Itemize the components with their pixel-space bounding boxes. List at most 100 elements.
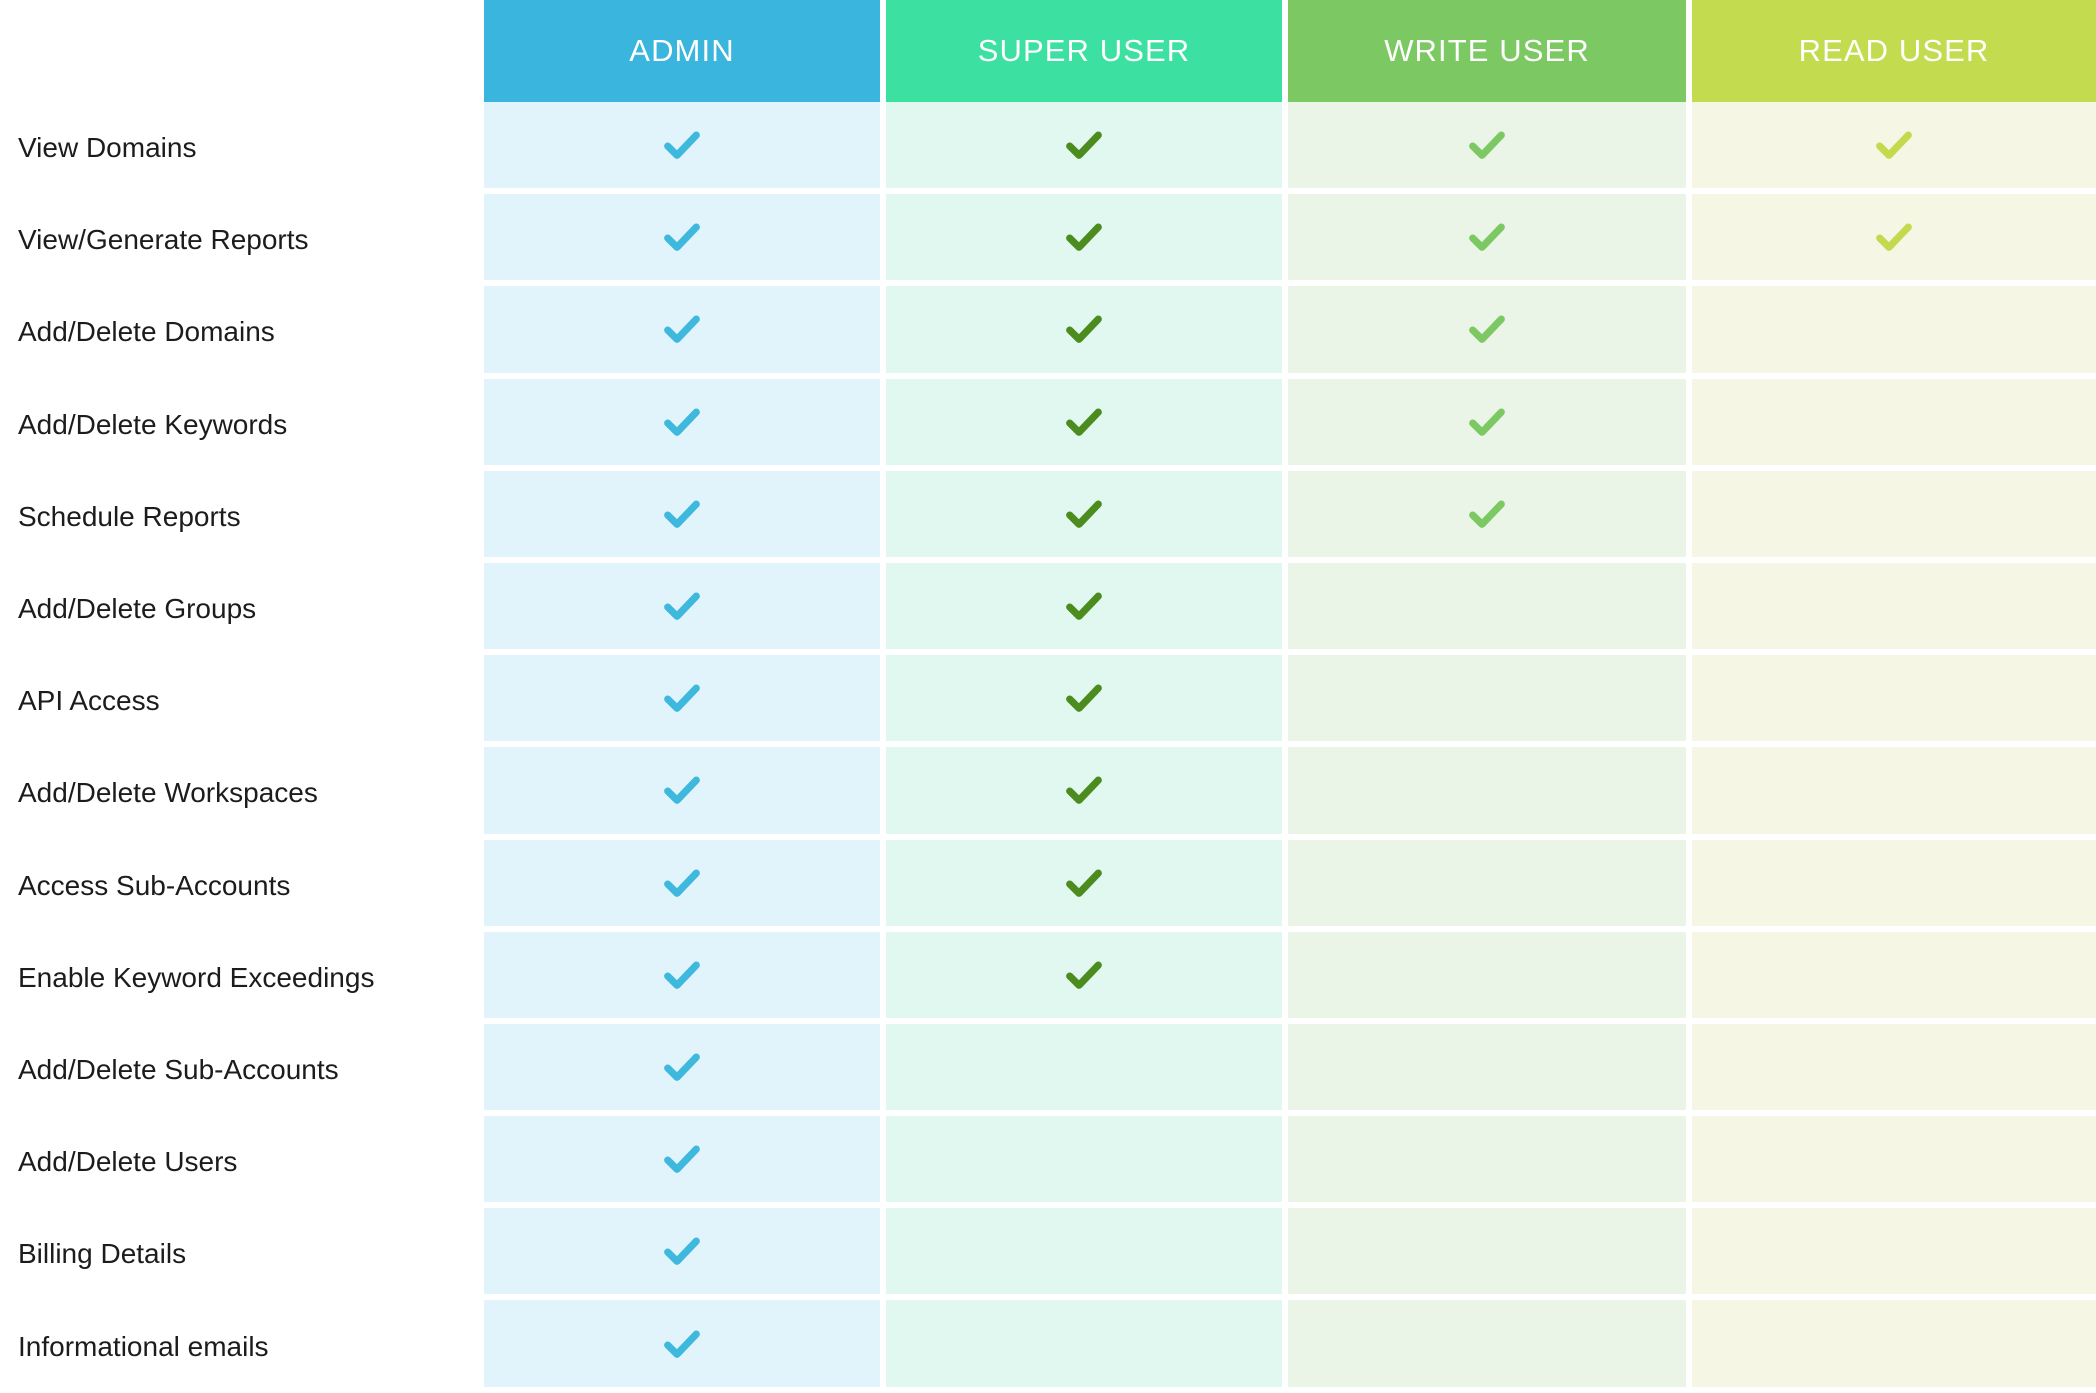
permission-cell-read_user: [1692, 1116, 2096, 1209]
feature-label: Enable Keyword Exceedings: [0, 931, 484, 1024]
check-icon: [1469, 408, 1505, 436]
feature-label: Add/Delete Keywords: [0, 378, 484, 471]
permission-cell-admin: [484, 378, 886, 471]
feature-label: Billing Details: [0, 1208, 484, 1301]
permission-cell-read_user: [1692, 378, 2096, 471]
check-icon: [664, 1053, 700, 1081]
check-icon: [1469, 315, 1505, 344]
permission-cell-super_user: [886, 747, 1288, 840]
permission-cell-write_user: [1288, 839, 1692, 932]
check-icon: [664, 500, 700, 528]
permission-cell-read_user: [1692, 286, 2096, 379]
permission-cell-write_user: [1288, 1300, 1692, 1393]
column-header-admin: ADMIN: [484, 0, 886, 102]
permission-cell-admin: [484, 470, 886, 563]
feature-label: Add/Delete Workspaces: [0, 747, 484, 840]
permission-cell-read_user: [1692, 1300, 2096, 1393]
permission-cell-read_user: [1692, 655, 2096, 748]
check-icon: [1469, 500, 1505, 528]
check-icon: [1066, 500, 1102, 528]
feature-label: Schedule Reports: [0, 470, 484, 563]
check-icon: [1066, 131, 1102, 159]
check-icon: [664, 961, 700, 989]
permission-cell-admin: [484, 931, 886, 1024]
feature-label: Access Sub-Accounts: [0, 839, 484, 932]
permission-cell-read_user: [1692, 1023, 2096, 1117]
permission-cell-write_user: [1288, 1208, 1692, 1301]
permission-cell-read_user: [1692, 194, 2096, 287]
column-header-write_user: WRITE USER: [1288, 0, 1692, 102]
permission-cell-write_user: [1288, 470, 1692, 563]
permission-cell-read_user: [1692, 1208, 2096, 1301]
check-icon: [664, 1237, 700, 1266]
permission-cell-super_user: [886, 1208, 1288, 1301]
feature-label: Add/Delete Users: [0, 1116, 484, 1209]
feature-label: Add/Delete Sub-Accounts: [0, 1023, 484, 1117]
permission-cell-write_user: [1288, 286, 1692, 379]
permission-cell-super_user: [886, 378, 1288, 471]
check-icon: [664, 223, 700, 252]
check-icon: [1066, 408, 1102, 436]
permission-cell-write_user: [1288, 1116, 1692, 1209]
permission-cell-admin: [484, 562, 886, 656]
permission-cell-super_user: [886, 470, 1288, 563]
check-icon: [664, 592, 700, 620]
permission-cell-super_user: [886, 1023, 1288, 1117]
feature-label: View/Generate Reports: [0, 194, 484, 287]
permission-cell-super_user: [886, 839, 1288, 932]
permission-cell-read_user: [1692, 839, 2096, 932]
check-icon: [664, 131, 700, 159]
permission-cell-write_user: [1288, 378, 1692, 471]
permission-cell-read_user: [1692, 470, 2096, 563]
feature-label: Add/Delete Domains: [0, 286, 484, 379]
check-icon: [664, 684, 700, 713]
check-icon: [1066, 684, 1102, 713]
permission-cell-super_user: [886, 1116, 1288, 1209]
permission-cell-admin: [484, 194, 886, 287]
permission-cell-write_user: [1288, 562, 1692, 656]
permission-cell-super_user: [886, 102, 1288, 195]
permission-cell-read_user: [1692, 102, 2096, 195]
permission-cell-write_user: [1288, 747, 1692, 840]
permission-cell-super_user: [886, 562, 1288, 656]
permission-cell-admin: [484, 839, 886, 932]
permission-cell-write_user: [1288, 1023, 1692, 1117]
check-icon: [1066, 869, 1102, 897]
feature-label: Add/Delete Groups: [0, 562, 484, 656]
permission-cell-write_user: [1288, 931, 1692, 1024]
permission-cell-write_user: [1288, 655, 1692, 748]
permission-matrix-table: ADMIN SUPER USER WRITE USER READ USER View D…: [0, 0, 2096, 1393]
check-icon: [664, 1145, 700, 1173]
permission-cell-admin: [484, 1116, 886, 1209]
check-icon: [1469, 223, 1505, 252]
permission-cell-admin: [484, 655, 886, 748]
permission-cell-read_user: [1692, 747, 2096, 840]
check-icon: [1066, 315, 1102, 344]
table-corner-spacer: [0, 0, 484, 102]
permission-cell-read_user: [1692, 931, 2096, 1024]
permission-cell-super_user: [886, 931, 1288, 1024]
column-header-read_user: READ USER: [1692, 0, 2096, 102]
check-icon: [1469, 131, 1505, 159]
check-icon: [664, 408, 700, 436]
feature-label: View Domains: [0, 102, 484, 195]
permission-cell-read_user: [1692, 562, 2096, 656]
permission-cell-admin: [484, 102, 886, 195]
check-icon: [664, 776, 700, 805]
check-icon: [1876, 131, 1912, 159]
feature-label: Informational emails: [0, 1300, 484, 1393]
permission-cell-admin: [484, 286, 886, 379]
check-icon: [1066, 592, 1102, 620]
check-icon: [664, 1330, 700, 1358]
permission-cell-super_user: [886, 194, 1288, 287]
check-icon: [1066, 776, 1102, 805]
permission-cell-super_user: [886, 1300, 1288, 1393]
check-icon: [664, 315, 700, 344]
permission-cell-super_user: [886, 655, 1288, 748]
feature-label: API Access: [0, 655, 484, 748]
check-icon: [1876, 223, 1912, 252]
permission-cell-admin: [484, 1300, 886, 1393]
permission-cell-admin: [484, 1023, 886, 1117]
permission-cell-write_user: [1288, 102, 1692, 195]
permission-cell-write_user: [1288, 194, 1692, 287]
